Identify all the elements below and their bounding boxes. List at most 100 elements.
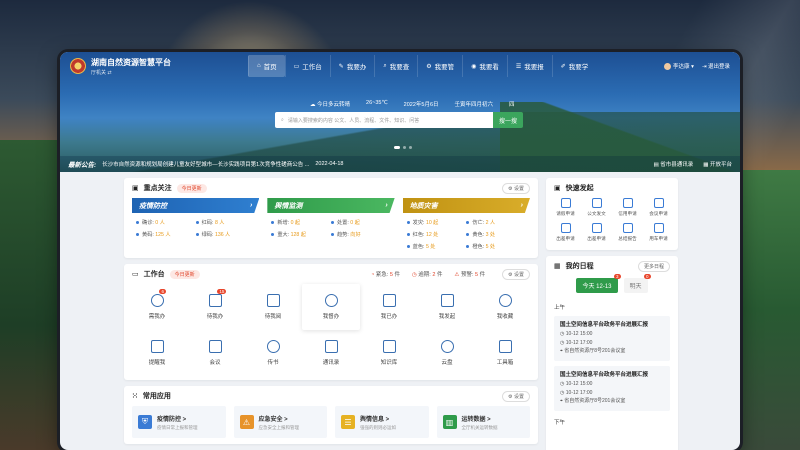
workbench-item[interactable]: 通讯录 [302,330,360,376]
nav-item[interactable]: ☰ 我要报 [506,55,552,77]
bullet-icon [466,245,470,249]
workbench-item-label: 云盘 [441,360,453,366]
quick-start-item[interactable]: 会议申请 [643,198,674,217]
quick-start-item[interactable]: 出差申请 [550,223,581,242]
org-switcher[interactable]: 厅机关 ⇄ [91,69,171,76]
stat-key: 绿码: [201,232,214,238]
apps-settings-button[interactable]: ⚙ 设置 [502,390,530,402]
weather-bar: ☁ 今日多云转晴 26~35℃ 2022年5月6日 壬寅年四月初六 四 [310,100,515,108]
stat-value: 3 处 [485,232,496,238]
weather-temp: 26~35℃ [366,100,388,106]
workbench-item[interactable]: 工具箱 [476,330,534,376]
carousel-dot[interactable] [409,146,412,149]
carousel-dot[interactable] [394,146,400,149]
nav-item[interactable]: ⌕ 我要查 [374,55,417,77]
workbench-item-icon [150,340,164,353]
app-icon: ⚠ [239,415,254,429]
more-schedule-button[interactable]: 更多日程 [637,260,670,272]
carousel-dot[interactable] [403,146,406,149]
bullet-icon [466,233,470,237]
quick-start-item[interactable]: 总结报告 [612,223,643,242]
app-tile[interactable]: ▥ 运转数据 > 全厅机关运转数据 [436,406,530,438]
app-tile[interactable]: ☰ 舆情信息 > 强强的则则必运如 [335,406,429,438]
workbench-item-icon [150,294,164,307]
focus-panel[interactable]: 地质灾害 › 发灾: 10 起伤亡: 2 人红色: 12 处黄色: 3 处蓝色: 5… [402,198,530,250]
quick-start-label: 公文发文 [587,211,606,216]
workbench-settings-button[interactable]: ⚙ 设置 [502,268,530,280]
quick-start-item[interactable]: 用车申请 [643,223,674,242]
weekday: 四 [509,102,515,108]
schedule-card: ▦ 我的日程 更多日程 今天 12-13 3 明天 0 上午 国土空间信息平台政务平台… [546,256,678,450]
search-button[interactable]: 搜一搜 [493,112,523,128]
focus-panel[interactable]: 舆情监测 › 新增: 0 起处置: 0 起重大: 128 起趋势: 向好 [267,198,395,250]
nav-item[interactable]: ✐ 我要学 [551,55,597,77]
workbench-item[interactable]: 我已办 [360,284,418,330]
focus-panel-header[interactable]: 舆情监测 › [267,198,395,213]
nav-item[interactable]: ▭ 工作台 [284,55,330,77]
emblem-icon [70,58,86,74]
user-menu[interactable]: 李达康 ▾ [664,62,694,71]
stat-key: 趋势: [336,232,349,238]
app-subtitle: 强强的则则必运如 [360,424,396,430]
workbench-item[interactable]: 传书 [244,330,302,376]
nav-item[interactable]: ✎ 我要办 [329,55,375,77]
workbench-item[interactable]: 提醒我 [128,330,186,376]
stat-unit: 件 [394,272,400,278]
stat-value: 0 起 [350,220,360,226]
workbench-item[interactable]: 待我阅 [244,284,302,330]
focus-settings-button[interactable]: ⚙ 设置 [502,182,530,194]
open-platform-link[interactable]: ▦ 开放平台 [703,160,732,168]
nav-item[interactable]: ⚙ 我要管 [417,55,462,77]
nav-item[interactable]: ⌂ 首页 [248,55,285,77]
quick-start-item[interactable]: 公文发文 [581,198,612,217]
badge-count: 15 [217,289,227,294]
app-logo[interactable]: 湖南自然资源智慧平台 厅机关 ⇄ [70,57,248,76]
directory-link[interactable]: ▤ 省市县通讯录 [654,160,694,168]
workbench-item[interactable]: 需我办 6 [128,284,186,330]
workbench-item-icon [498,294,512,307]
bullet-icon [406,221,410,225]
focus-stat: 重大: 128 起 [271,231,331,238]
focus-panel[interactable]: 疫情防控 › 确诊: 0 人红码: 8 人黄码: 125 人绿码: 136 人 [132,198,260,250]
schedule-event[interactable]: 国土空间信息平台政务平台进展汇报 ◷ 10-12 15:00 ◷ 10-12 17:… [554,365,670,411]
quick-start-icon [622,223,633,233]
workbench-item-label: 工具箱 [496,360,514,366]
quick-start-card: ▣ 快速发起 请假申请 公文发文 信用申请 会议申请 出差申请 出差申请 总结报告 用车申请 [546,178,678,250]
settings-label: 设置 [513,185,524,192]
workbench-item[interactable]: 我督办 [302,284,360,330]
workbench-item-icon [382,294,396,307]
weather-date: 2022年5月6日 [403,102,439,108]
focus-panel-header[interactable]: 地质灾害 › [402,198,530,213]
schedule-tab-label: 今天 12-13 [582,284,612,290]
user-box: 李达康 ▾ ⇥ 退出登录 [664,62,730,71]
focus-panel-body: 新增: 0 起处置: 0 起重大: 128 起趋势: 向好 [267,213,394,238]
search-input[interactable]: ⌕ 请输入要搜索的内容 公文、人员、流程、文件、知识、问答 [275,112,493,128]
search-placeholder: 请输入要搜索的内容 公文、人员、流程、文件、知识、问答 [287,117,420,124]
workbench-item[interactable]: 我发起 [418,284,476,330]
quick-start-item[interactable]: 信用申请 [612,198,643,217]
event-place-text: 省自然资源厅8号201会议室 [564,348,626,355]
workbench-item[interactable]: 会议 [186,330,244,376]
workbench-item[interactable]: 我收藏 [476,284,534,330]
app-tile[interactable]: ⛨ 疫情防控 > 疫情日常上报和管理 [132,406,226,438]
workbench-item[interactable]: 待我办 15 [186,284,244,330]
schedule-tab[interactable]: 今天 12-13 3 [576,274,621,293]
logout-button[interactable]: ⇥ 退出登录 [702,62,730,70]
workbench-item[interactable]: 知识库 [360,330,418,376]
workbench-item[interactable]: 云盘 [418,330,476,376]
focus-panel-header[interactable]: 疫情防控 › [132,198,260,213]
schedule-tab[interactable]: 明天 0 [623,274,651,293]
side-column: ▣ 快速发起 请假申请 公文发文 信用申请 会议申请 出差申请 出差申请 总结报告 用车申请 … [546,178,678,450]
stat-value: 向好 [350,232,361,238]
nav-label: 工作台 [302,64,322,71]
app-tile[interactable]: ⚠ 应急安全 > 应急安全上报和管理 [233,406,327,438]
quick-start-item[interactable]: 请假申请 [550,198,581,217]
schedule-event[interactable]: 国土空间信息平台政务平台进展汇报 ◷ 10-12 15:00 ◷ 10-12 17:… [554,316,670,361]
workbench-item-label: 待我阅 [264,314,282,320]
quick-start-item[interactable]: 出差申请 [581,223,612,242]
workbench-item-label: 我督办 [322,314,340,320]
settings-label: 设置 [513,271,524,278]
directory-label: 省市县通讯录 [660,162,694,168]
nav-item[interactable]: ◉ 我要看 [462,55,507,77]
notice-text[interactable]: 长沙市自然资源和规划局创建儿童友好型城市—长沙实践项目第1次竞争性磋商公告 ..… [102,160,309,168]
